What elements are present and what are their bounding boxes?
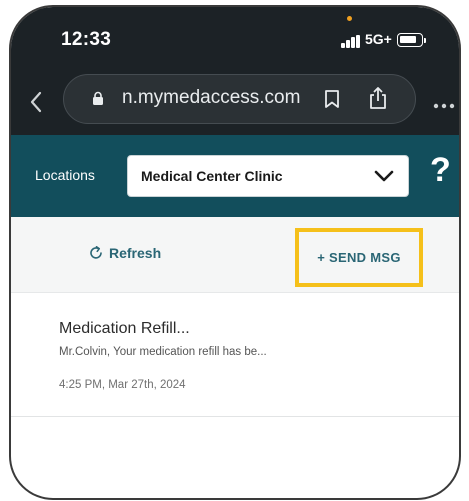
bookmark-icon[interactable] [324, 89, 340, 109]
message-preview: Mr.Colvin, Your medication refill has be… [59, 346, 267, 358]
location-header: Locations Medical Center Clinic ? [11, 135, 459, 217]
message-title: Medication Refill... [59, 320, 190, 337]
refresh-label: Refresh [109, 245, 162, 261]
url-text[interactable]: n.mymedaccess.com [122, 87, 300, 109]
list-item[interactable]: Medication Refill... Mr.Colvin, Your med… [11, 293, 459, 417]
url-bar[interactable]: n.mymedaccess.com [63, 74, 416, 124]
battery-tip [424, 38, 426, 43]
help-icon[interactable]: ? [430, 151, 451, 190]
message-toolbar: Refresh + SEND MSG [11, 217, 459, 293]
refresh-button[interactable]: Refresh [89, 245, 161, 261]
back-icon[interactable] [29, 91, 43, 113]
selected-location: Medical Center Clinic [141, 168, 283, 184]
send-message-button[interactable]: + SEND MSG [295, 228, 423, 287]
locations-label: Locations [35, 167, 95, 183]
battery-icon [397, 33, 423, 47]
network-type: 5G+ [365, 31, 392, 47]
message-timestamp: 4:25 PM, Mar 27th, 2024 [59, 379, 186, 391]
browser-chrome: 12:33 5G+ n.mymedaccess.com [11, 7, 459, 135]
battery-level [400, 36, 416, 43]
status-time: 12:33 [61, 29, 112, 50]
privacy-indicator [347, 16, 352, 21]
phone-frame: 12:33 5G+ n.mymedaccess.com Locations Me… [9, 5, 461, 500]
more-icon[interactable] [433, 103, 455, 109]
location-select[interactable]: Medical Center Clinic [127, 155, 409, 197]
lock-icon [93, 91, 103, 105]
refresh-icon [90, 246, 102, 259]
chevron-down-icon [374, 170, 394, 182]
share-icon[interactable] [368, 86, 388, 110]
signal-icon [341, 35, 363, 48]
